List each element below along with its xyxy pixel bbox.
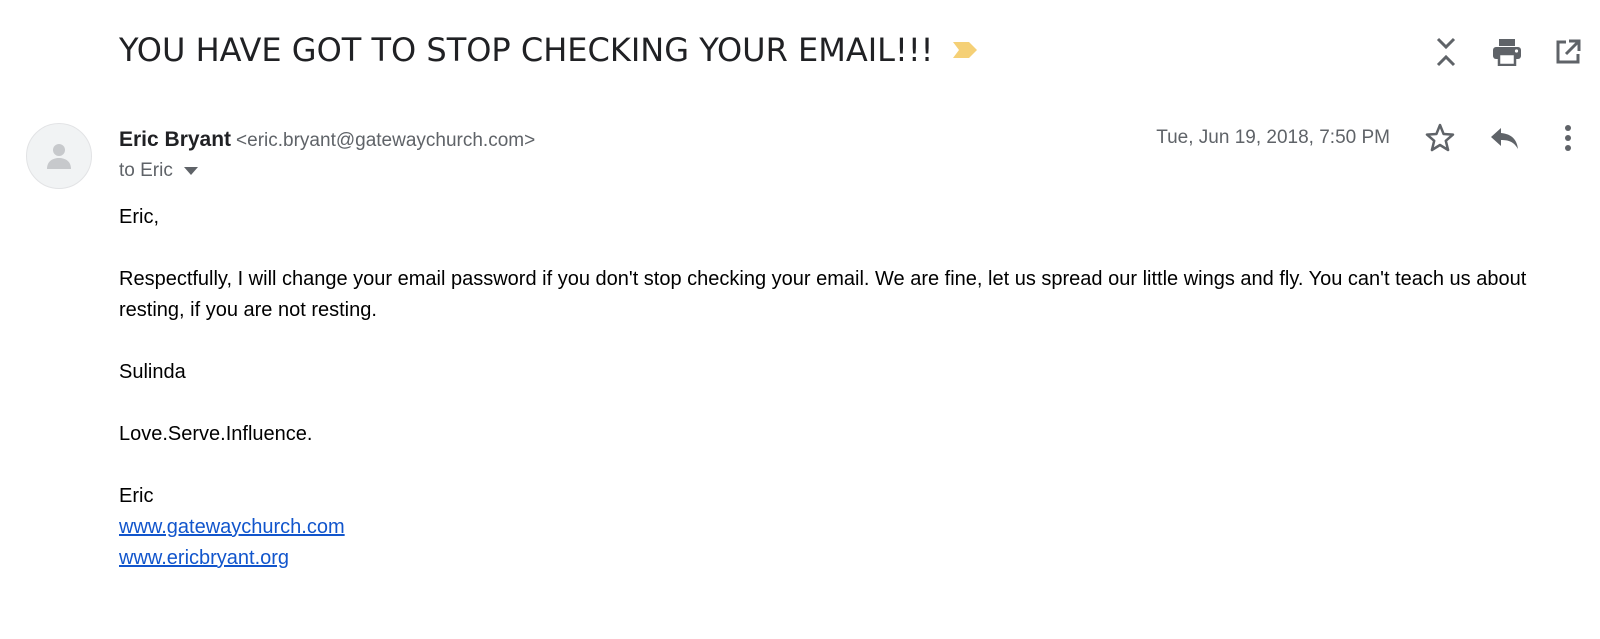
body-paragraph: Respectfully, I will change your email p… <box>119 268 1527 321</box>
subject-row: YOU HAVE GOT TO STOP CHECKING YOUR EMAIL… <box>119 26 979 74</box>
signature: Eric www.gatewaychurch.com www.ericbryan… <box>119 481 1559 574</box>
message-body: Eric, Respectfully, I will change your e… <box>119 202 1559 574</box>
recipient-details-toggle[interactable]: to Eric <box>119 160 199 182</box>
star-icon <box>1425 123 1455 152</box>
greeting: Eric, <box>119 206 159 228</box>
signature-name: Eric <box>119 485 154 507</box>
open-in-new-window-icon <box>1556 39 1581 64</box>
recipient-label: to Eric <box>119 160 173 181</box>
email-subject: YOU HAVE GOT TO STOP CHECKING YOUR EMAIL… <box>119 31 934 69</box>
print-all-button[interactable] <box>1487 32 1527 72</box>
collapse-all-icon <box>1436 37 1456 67</box>
person-icon <box>47 144 71 169</box>
sender-email: <eric.bryant@gatewaychurch.com> <box>236 130 536 151</box>
importance-marker-icon[interactable] <box>951 40 979 60</box>
more-vert-icon <box>1565 125 1571 151</box>
open-in-new-window-button[interactable] <box>1548 32 1588 72</box>
link-gatewaychurch[interactable]: www.gatewaychurch.com <box>119 516 345 538</box>
sender-name[interactable]: Eric Bryant <box>119 128 231 151</box>
message-date: Tue, Jun 19, 2018, 7:50 PM <box>1156 127 1390 148</box>
sender-line: Eric Bryant <eric.bryant@gatewaychurch.co… <box>119 126 535 156</box>
sender-avatar[interactable] <box>26 123 92 189</box>
collapse-all-button[interactable] <box>1426 32 1466 72</box>
more-options-button[interactable] <box>1548 118 1588 158</box>
thread-actions <box>1426 32 1588 72</box>
motto: Love.Serve.Influence. <box>119 423 313 445</box>
message-meta: Tue, Jun 19, 2018, 7:50 PM <box>1156 118 1588 158</box>
signoff: Sulinda <box>119 361 186 383</box>
reply-button[interactable] <box>1484 118 1524 158</box>
link-ericbryant[interactable]: www.ericbryant.org <box>119 547 289 569</box>
star-button[interactable] <box>1420 118 1460 158</box>
caret-down-icon <box>183 167 198 175</box>
reply-icon <box>1491 128 1518 149</box>
print-icon <box>1493 39 1521 66</box>
